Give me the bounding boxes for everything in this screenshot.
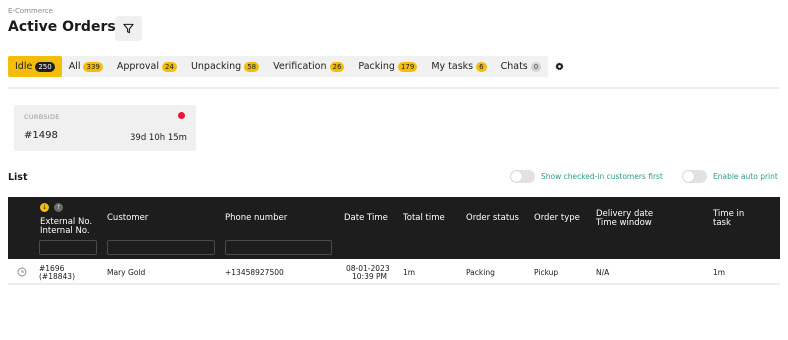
phone-filter-input[interactable] (225, 240, 332, 255)
checked-in-toggle-label: Show checked-in customers first (541, 172, 663, 181)
filter-icon (123, 23, 134, 34)
tab-label: My tasks (431, 61, 474, 72)
tab-packing[interactable]: Packing 179 (351, 56, 424, 77)
tab-count-badge: 339 (83, 61, 103, 72)
auto-print-toggle-label: Enable auto print (713, 172, 778, 181)
cell-time: 10:39 PM (352, 272, 387, 281)
tab-count-badge: 6 (476, 61, 487, 72)
cell-order-status: Packing (466, 268, 495, 277)
tab-approval[interactable]: Approval 24 (110, 56, 184, 77)
cell-delivery: N/A (596, 268, 610, 277)
page-title: Active Orders (8, 19, 116, 35)
tab-label: Verification (273, 61, 327, 72)
curbside-order-card[interactable]: CURBSIDE #1498 39d 10h 15m (14, 105, 196, 151)
tab-label: Packing (358, 61, 395, 72)
column-header-internal-no[interactable]: Internal No. (40, 227, 90, 236)
customer-filter-input[interactable] (107, 240, 215, 255)
tabs-divider (8, 87, 780, 89)
tab-all[interactable]: All 339 (62, 56, 110, 77)
tab-count-badge: 179 (397, 61, 418, 72)
auto-print-toggle[interactable] (682, 170, 707, 183)
cell-phone: +13458927500 (225, 268, 284, 277)
cell-time-in-task: 1m (713, 268, 726, 277)
checked-in-toggle[interactable] (510, 170, 535, 183)
cell-internal-no: (#18843) (39, 272, 75, 281)
clock-icon (17, 267, 27, 277)
tab-verification[interactable]: Verification 26 (266, 56, 351, 77)
list-title: List (8, 172, 28, 183)
column-header-time-window[interactable]: Time window (596, 219, 652, 228)
tab-label: Approval (116, 61, 160, 72)
column-header-date-time[interactable]: Date Time (344, 214, 388, 223)
tab-idle[interactable]: Idle 250 (8, 56, 62, 77)
sort-desc-icon[interactable]: ↓ (40, 203, 49, 212)
cell-total-time: 1m (403, 268, 416, 277)
column-header-total-time[interactable]: Total time (403, 214, 445, 223)
auto-print-toggle-group: Enable auto print (682, 170, 778, 183)
tab-label: Idle (15, 61, 33, 72)
checked-in-toggle-group: Show checked-in customers first (510, 170, 663, 183)
tab-count-badge: 0 (530, 61, 542, 72)
tab-count-badge: 58 (244, 61, 260, 72)
breadcrumb: E-Commerce (8, 7, 53, 15)
card-elapsed-time: 39d 10h 15m (130, 133, 187, 143)
tab-label: Unpacking (190, 61, 242, 72)
gear-icon (555, 62, 564, 71)
tab-count-badge: 24 (162, 61, 177, 72)
column-header-phone[interactable]: Phone number (225, 214, 287, 223)
table-row[interactable]: #1696 (#18843) Mary Gold +13458927500 08… (8, 259, 780, 285)
card-order-number: #1498 (24, 130, 58, 141)
cell-order-type: Pickup (534, 268, 559, 277)
tab-count-badge: 250 (35, 61, 55, 72)
tab-label: All (68, 61, 81, 72)
status-dot (178, 112, 185, 119)
external-no-filter-input[interactable] (39, 240, 97, 255)
tab-count-badge: 26 (329, 61, 345, 72)
column-header-order-type[interactable]: Order type (534, 214, 580, 223)
order-tabs: Idle 250 All 339 Approval 24 Unpacking 5… (8, 56, 571, 77)
filter-button[interactable] (115, 16, 142, 41)
tab-label: Chats (500, 61, 528, 72)
column-header-customer[interactable]: Customer (107, 214, 148, 223)
tab-chats[interactable]: Chats 0 (494, 56, 549, 77)
tab-my-tasks[interactable]: My tasks 6 (424, 56, 493, 77)
cell-customer: Mary Gold (107, 268, 146, 277)
sort-asc-icon[interactable]: ↑ (54, 203, 63, 212)
card-type-label: CURBSIDE (24, 113, 60, 121)
tab-settings-button[interactable] (548, 56, 571, 77)
tab-unpacking[interactable]: Unpacking 58 (184, 56, 266, 77)
column-header-task[interactable]: task (713, 219, 731, 228)
column-header-order-status[interactable]: Order status (466, 214, 519, 223)
